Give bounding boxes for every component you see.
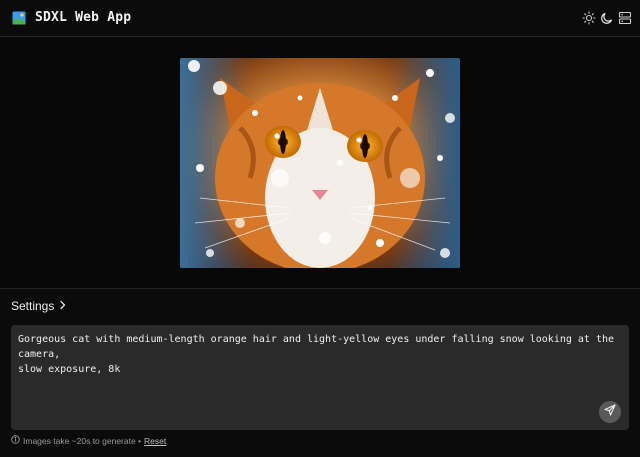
reset-link[interactable]: Reset [144,436,166,446]
moon-icon[interactable] [600,11,614,25]
prompt-text[interactable]: Gorgeous cat with medium-length orange h… [18,332,618,377]
image-display-area [0,38,640,288]
send-icon [604,403,616,421]
sun-icon[interactable] [582,11,596,25]
prompt-textarea[interactable]: Gorgeous cat with medium-length orange h… [11,325,629,430]
settings-toggle[interactable]: Settings [11,299,67,313]
server-icon[interactable] [618,11,632,25]
settings-label: Settings [11,299,55,313]
info-icon [11,435,20,446]
app-title: SDXL Web App [35,10,132,25]
chevron-right-icon [58,299,67,313]
section-divider [0,288,640,289]
generated-image [180,58,460,268]
app-header: SDXL Web App [0,0,640,37]
send-button[interactable] [599,401,621,423]
image-logo-icon [12,11,26,25]
generation-time-note: Images take ~20s to generate • [23,435,142,446]
footer-note: Images take ~20s to generate • Reset [11,435,166,446]
